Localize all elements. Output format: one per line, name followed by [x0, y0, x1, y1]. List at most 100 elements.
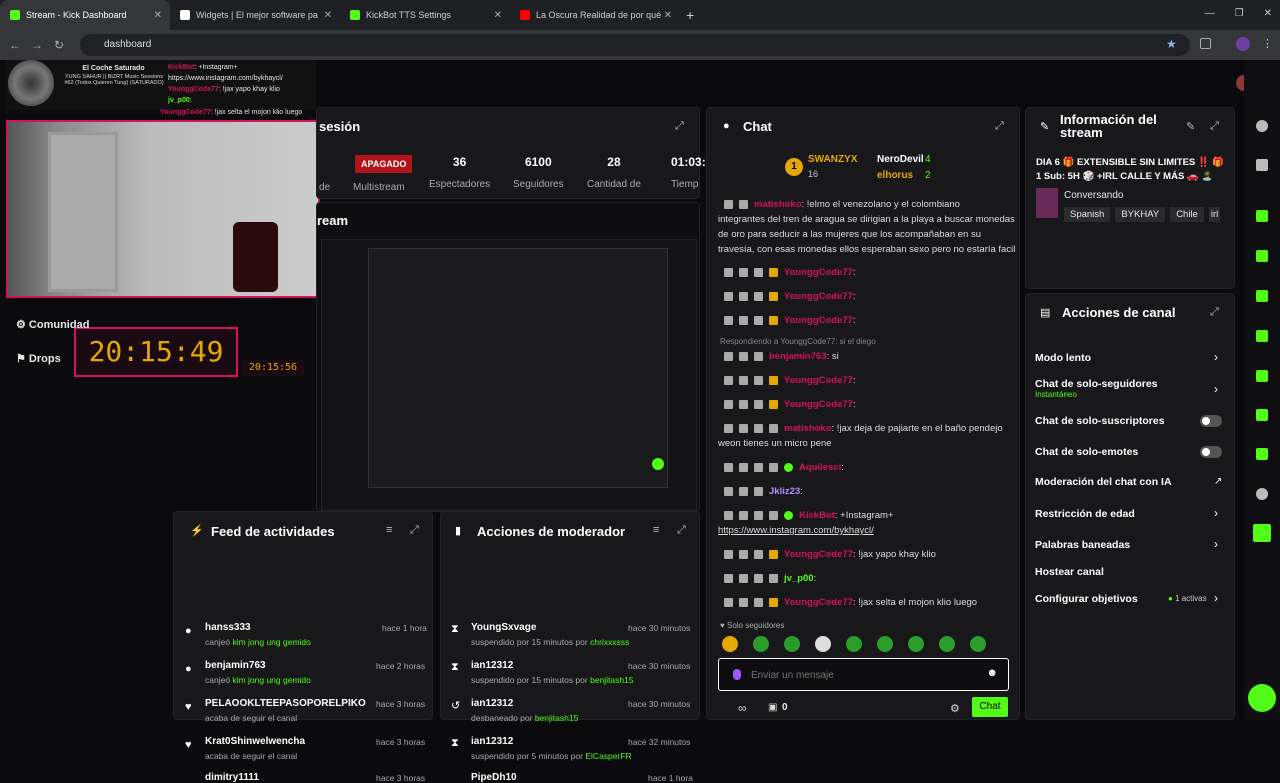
wrench-icon[interactable] [1256, 448, 1268, 460]
chevron-right-icon[interactable]: › [1214, 350, 1218, 364]
close-window-icon[interactable]: ✕ [1264, 8, 1272, 19]
chat-mode: ♥ Solo seguidores [720, 621, 785, 630]
webcam-preview [6, 120, 320, 298]
chat-icon[interactable] [1256, 330, 1268, 342]
tab-kickbot[interactable]: KickBot TTS Settings ✕ [340, 0, 510, 30]
mic-icon[interactable] [733, 669, 741, 680]
emoji-icon[interactable]: ☻ [986, 667, 998, 679]
expand-icon[interactable]: ⤢ [677, 524, 686, 537]
chat-input-box[interactable]: ☻ [718, 658, 1009, 691]
drops-icon: ⚑ [16, 353, 29, 365]
minimize-icon[interactable]: — [1205, 8, 1215, 19]
points-count: 0 [782, 702, 788, 713]
stream-preview-panel: ream [316, 202, 700, 512]
leader-3-count: 2 [925, 170, 931, 181]
goals-count: ● 1 activas [1168, 594, 1207, 603]
song-title: El Coche Saturado [82, 65, 145, 72]
settings-icon[interactable]: ⚙ [950, 702, 960, 715]
chevron-right-icon[interactable]: › [1214, 591, 1218, 605]
tag: Chile [1170, 207, 1204, 222]
session-panel: sesión ⤢ APAGADO Multistream de 36 Espect… [316, 107, 706, 199]
filter-icon[interactable]: ≡ [386, 524, 392, 536]
tab-youtube[interactable]: La Oscura Realidad de por qué ✕ [510, 0, 680, 30]
chair-shape [233, 222, 278, 292]
maximize-icon[interactable]: ❐ [1235, 8, 1244, 19]
gift-icon: ● [185, 625, 192, 637]
action-followers-only[interactable]: Chat de solo-seguidores [1035, 378, 1158, 390]
new-tab-button[interactable]: + [686, 7, 694, 23]
clock-small: 20:15:56 [242, 360, 304, 376]
mini-chat: KickBot: +Instagram+ https://www.instagr… [168, 64, 283, 104]
action-age-restriction[interactable]: Restricción de edad [1035, 508, 1135, 520]
edit-icon[interactable]: ✎ [1186, 120, 1195, 133]
url-input[interactable]: dashboard [80, 34, 1190, 56]
back-icon[interactable]: ← [4, 38, 26, 52]
chat-icon: ● [723, 120, 730, 132]
chat-bubble-icon [652, 458, 664, 470]
emotes-only-toggle[interactable] [1200, 446, 1222, 458]
undo-icon: ↺ [451, 700, 461, 712]
share-icon[interactable] [1256, 488, 1268, 500]
scan-icon[interactable] [1256, 210, 1268, 222]
chevron-right-icon[interactable]: › [1214, 537, 1218, 551]
expand-icon[interactable]: ⤢ [410, 524, 419, 537]
pencil-icon[interactable] [1256, 159, 1268, 171]
send-chat-button[interactable]: Chat [972, 697, 1008, 717]
action-subs-only[interactable]: Chat de solo-suscriptores [1035, 415, 1165, 427]
widget-icon[interactable] [1253, 524, 1271, 542]
broadcast-icon[interactable] [1256, 370, 1268, 382]
tab-kick-dashboard[interactable]: Stream - Kick Dashboard ✕ [0, 0, 170, 30]
trash-icon: ▮ [455, 525, 462, 537]
album-art [8, 60, 54, 106]
filter-icon[interactable]: ≡ [653, 524, 659, 536]
infinity-icon: ∞ [738, 701, 747, 715]
list-icon[interactable] [1256, 409, 1268, 421]
info-icon[interactable] [1256, 120, 1268, 132]
emote-bar[interactable] [718, 636, 1008, 656]
tab-widgets[interactable]: Widgets | El mejor software pa ✕ [170, 0, 340, 30]
close-icon[interactable]: ✕ [664, 10, 672, 21]
nav-comunidad[interactable]: ⚙ Comunidad [16, 318, 89, 331]
close-icon[interactable]: ✕ [494, 10, 502, 21]
nested-screen [368, 248, 668, 488]
action-host-channel[interactable]: Hostear canal [1035, 566, 1104, 578]
external-link-icon[interactable]: ↗ [1214, 476, 1222, 487]
expand-icon[interactable]: ⤢ [1210, 120, 1219, 133]
rank-badge: 1 [785, 158, 803, 176]
stat-viewers: 36 Espectadores [429, 155, 491, 190]
browser-tab-strip: Stream - Kick Dashboard ✕ Widgets | El me… [0, 0, 1280, 30]
nav-drops[interactable]: ⚑ Drops [16, 352, 61, 365]
subs-only-toggle[interactable] [1200, 415, 1222, 427]
profile-avatar[interactable] [1236, 37, 1250, 51]
gift-icon: ▣ [768, 702, 778, 713]
notes-icon[interactable] [1256, 290, 1268, 302]
tag: irl [1208, 207, 1221, 222]
chevron-right-icon[interactable]: › [1214, 506, 1218, 520]
instagram-link[interactable]: https://www.instagram.com/bykhaycl/ [718, 525, 874, 536]
help-chat-button[interactable] [1248, 684, 1276, 712]
status-badge: APAGADO [355, 155, 413, 173]
bolt-icon[interactable] [1256, 250, 1268, 262]
chat-input[interactable] [751, 666, 971, 684]
forward-icon[interactable]: → [26, 38, 48, 52]
action-emotes-only[interactable]: Chat de solo-emotes [1035, 446, 1138, 458]
action-goals[interactable]: Configurar objetivos [1035, 593, 1138, 605]
action-ai-moderation[interactable]: Moderación del chat con IA [1035, 476, 1172, 488]
expand-icon[interactable]: ⤢ [995, 120, 1004, 133]
close-icon[interactable]: ✕ [324, 10, 332, 21]
action-banned-words[interactable]: Palabras baneadas [1035, 539, 1130, 551]
heart-icon: ♥ [720, 621, 727, 630]
reload-icon[interactable]: ↻ [48, 38, 70, 52]
activity-feed-panel: ⚡ Feed de actividades ≡ ⤢ [173, 511, 433, 720]
bolt-icon: ⚡ [190, 525, 204, 537]
star-icon[interactable]: ★ [1166, 37, 1177, 51]
door-shape [48, 132, 118, 292]
heart-icon: ♥ [185, 739, 192, 751]
close-icon[interactable]: ✕ [154, 10, 162, 21]
chevron-right-icon[interactable]: › [1214, 382, 1218, 396]
action-slow-mode[interactable]: Modo lento [1035, 352, 1091, 364]
expand-icon[interactable]: ⤢ [1210, 306, 1219, 319]
menu-icon[interactable]: ⋮ [1262, 37, 1273, 50]
extensions-icon[interactable] [1200, 38, 1211, 49]
expand-icon[interactable]: ⤢ [675, 120, 684, 133]
